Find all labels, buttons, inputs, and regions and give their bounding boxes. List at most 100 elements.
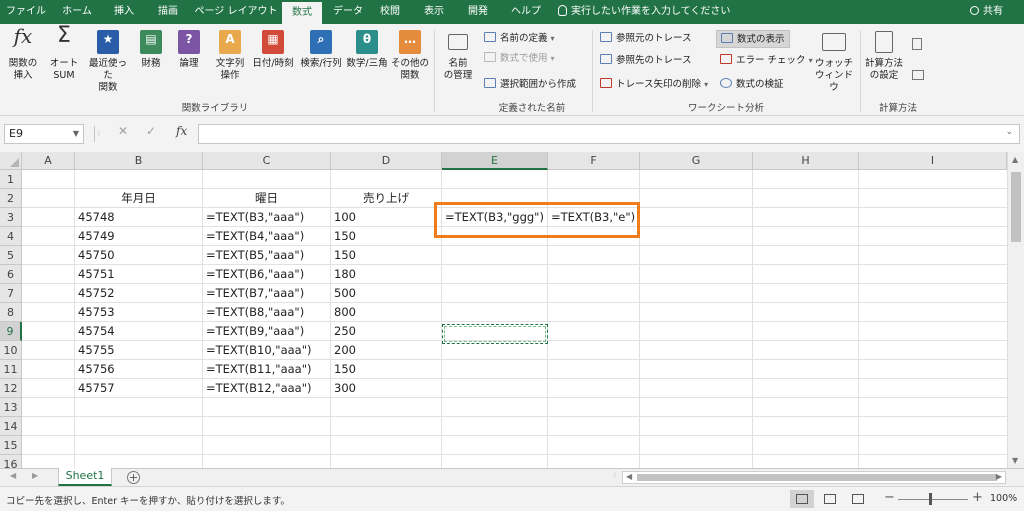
- autosum-button[interactable]: Σ オート SUM: [46, 25, 82, 82]
- use-in-formula-button[interactable]: 数式で使用 ▾: [484, 50, 555, 68]
- cell-C9[interactable]: =TEXT(B9,"aaa"): [203, 322, 331, 341]
- cell-C2[interactable]: 曜日: [203, 189, 331, 208]
- tab-data[interactable]: データ: [328, 0, 368, 24]
- cell-D7[interactable]: 500: [331, 284, 442, 303]
- scroll-left-icon[interactable]: ◀: [626, 472, 632, 481]
- text-functions-button[interactable]: A 文字列 操作: [212, 30, 248, 82]
- cell-D2[interactable]: 売り上げ: [331, 189, 442, 208]
- column-header-C[interactable]: C: [203, 152, 331, 170]
- trace-dependents-button[interactable]: 参照先のトレース: [600, 52, 692, 70]
- cell-C5[interactable]: =TEXT(B5,"aaa"): [203, 246, 331, 265]
- scroll-up-icon[interactable]: ▲: [1012, 155, 1018, 164]
- tab-formulas[interactable]: 数式: [282, 2, 322, 24]
- cell-B10[interactable]: 45755: [75, 341, 203, 360]
- datetime-button[interactable]: ▦ 日付/時刻: [250, 30, 296, 70]
- row-header-15[interactable]: 15: [0, 436, 22, 455]
- tab-review[interactable]: 校閲: [372, 0, 408, 24]
- normal-view-button[interactable]: [790, 490, 814, 508]
- calculate-now-icon[interactable]: [912, 38, 922, 50]
- sheet-tab-sheet1[interactable]: Sheet1: [58, 468, 112, 486]
- cell-C8[interactable]: =TEXT(B8,"aaa"): [203, 303, 331, 322]
- tab-split-handle-icon[interactable]: ⋮: [612, 472, 618, 479]
- tab-file[interactable]: ファイル: [6, 0, 46, 24]
- financial-button[interactable]: ▤ 財務: [134, 30, 168, 70]
- cell-B5[interactable]: 45750: [75, 246, 203, 265]
- column-header-H[interactable]: H: [753, 152, 859, 170]
- row-header-4[interactable]: 4: [0, 227, 22, 246]
- cell-D4[interactable]: 150: [331, 227, 442, 246]
- cell-D9[interactable]: 250: [331, 322, 442, 341]
- row-header-3[interactable]: 3: [0, 208, 22, 227]
- watch-window-button[interactable]: ウォッチ ウィンドウ: [812, 30, 856, 94]
- column-header-G[interactable]: G: [640, 152, 753, 170]
- cell-D12[interactable]: 300: [331, 379, 442, 398]
- row-header-12[interactable]: 12: [0, 379, 22, 398]
- page-break-view-button[interactable]: [846, 490, 870, 508]
- math-trig-button[interactable]: θ 数学/三角: [344, 30, 390, 70]
- lookup-button[interactable]: ⌕ 検索/行列: [298, 30, 344, 70]
- tab-developer[interactable]: 開発: [460, 0, 496, 24]
- cell-B3[interactable]: 45748: [75, 208, 203, 227]
- scroll-right-icon[interactable]: ▶: [996, 472, 1002, 481]
- create-from-selection-button[interactable]: 選択範囲から作成: [484, 76, 576, 94]
- chevron-down-icon[interactable]: ▼: [73, 125, 79, 143]
- scroll-down-icon[interactable]: ▼: [1012, 456, 1018, 465]
- zoom-level[interactable]: 100%: [990, 493, 1017, 504]
- horizontal-scroll-thumb[interactable]: [637, 474, 997, 481]
- zoom-slider[interactable]: [898, 499, 968, 500]
- cell-B8[interactable]: 45753: [75, 303, 203, 322]
- column-header-I[interactable]: I: [859, 152, 1007, 170]
- row-header-9[interactable]: 9: [0, 322, 22, 341]
- cell-C12[interactable]: =TEXT(B12,"aaa"): [203, 379, 331, 398]
- column-header-A[interactable]: A: [22, 152, 75, 170]
- row-header-6[interactable]: 6: [0, 265, 22, 284]
- tab-view[interactable]: 表示: [416, 0, 452, 24]
- show-formulas-button[interactable]: 数式の表示: [716, 30, 790, 48]
- cell-D6[interactable]: 180: [331, 265, 442, 284]
- cell-D10[interactable]: 200: [331, 341, 442, 360]
- formula-input[interactable]: ⌄: [198, 124, 1020, 144]
- cell-C3[interactable]: =TEXT(B3,"aaa"): [203, 208, 331, 227]
- enter-icon[interactable]: ✓: [146, 124, 156, 138]
- cell-C7[interactable]: =TEXT(B7,"aaa"): [203, 284, 331, 303]
- row-header-7[interactable]: 7: [0, 284, 22, 303]
- vertical-scroll-thumb[interactable]: [1011, 172, 1021, 242]
- cell-D11[interactable]: 150: [331, 360, 442, 379]
- remove-arrows-button[interactable]: トレース矢印の削除 ▾: [600, 76, 708, 94]
- sheet-prev-icon[interactable]: ◀: [10, 471, 16, 480]
- row-header-1[interactable]: 1: [0, 170, 22, 189]
- tab-page-layout[interactable]: ページ レイアウト: [194, 0, 278, 24]
- row-header-13[interactable]: 13: [0, 398, 22, 417]
- cell-B6[interactable]: 45751: [75, 265, 203, 284]
- define-name-button[interactable]: 名前の定義 ▾: [484, 30, 555, 48]
- cell-C11[interactable]: =TEXT(B11,"aaa"): [203, 360, 331, 379]
- cell-D8[interactable]: 800: [331, 303, 442, 322]
- cell-C10[interactable]: =TEXT(B10,"aaa"): [203, 341, 331, 360]
- cell-C4[interactable]: =TEXT(B4,"aaa"): [203, 227, 331, 246]
- horizontal-scrollbar[interactable]: ◀ ▶: [622, 471, 1006, 484]
- logical-button[interactable]: ? 論理: [172, 30, 206, 70]
- sheet-next-icon[interactable]: ▶: [32, 471, 38, 480]
- insert-function-button[interactable]: fx 関数の 挿入: [4, 26, 42, 82]
- row-header-10[interactable]: 10: [0, 341, 22, 360]
- tab-insert[interactable]: 挿入: [106, 0, 142, 24]
- cell-B7[interactable]: 45752: [75, 284, 203, 303]
- add-sheet-icon[interactable]: +: [127, 471, 140, 484]
- row-header-16[interactable]: 16: [0, 455, 22, 468]
- page-layout-view-button[interactable]: [818, 490, 842, 508]
- cell-D5[interactable]: 150: [331, 246, 442, 265]
- row-header-2[interactable]: 2: [0, 189, 22, 208]
- name-box[interactable]: E9 ▼: [4, 124, 84, 144]
- recently-used-button[interactable]: ★ 最近使った 関数: [86, 30, 130, 94]
- error-checking-button[interactable]: エラー チェック ▾: [720, 52, 813, 70]
- tab-help[interactable]: ヘルプ: [504, 0, 548, 24]
- tab-home[interactable]: ホーム: [56, 0, 98, 24]
- zoom-in-icon[interactable]: +: [972, 490, 983, 505]
- drag-handle-icon[interactable]: ⋮: [96, 130, 102, 137]
- cell-B4[interactable]: 45749: [75, 227, 203, 246]
- calculation-options-button[interactable]: 計算方法 の設定: [862, 30, 906, 82]
- cell-B9[interactable]: 45754: [75, 322, 203, 341]
- selected-cell-E9[interactable]: [442, 324, 548, 344]
- row-header-14[interactable]: 14: [0, 417, 22, 436]
- cell-B11[interactable]: 45756: [75, 360, 203, 379]
